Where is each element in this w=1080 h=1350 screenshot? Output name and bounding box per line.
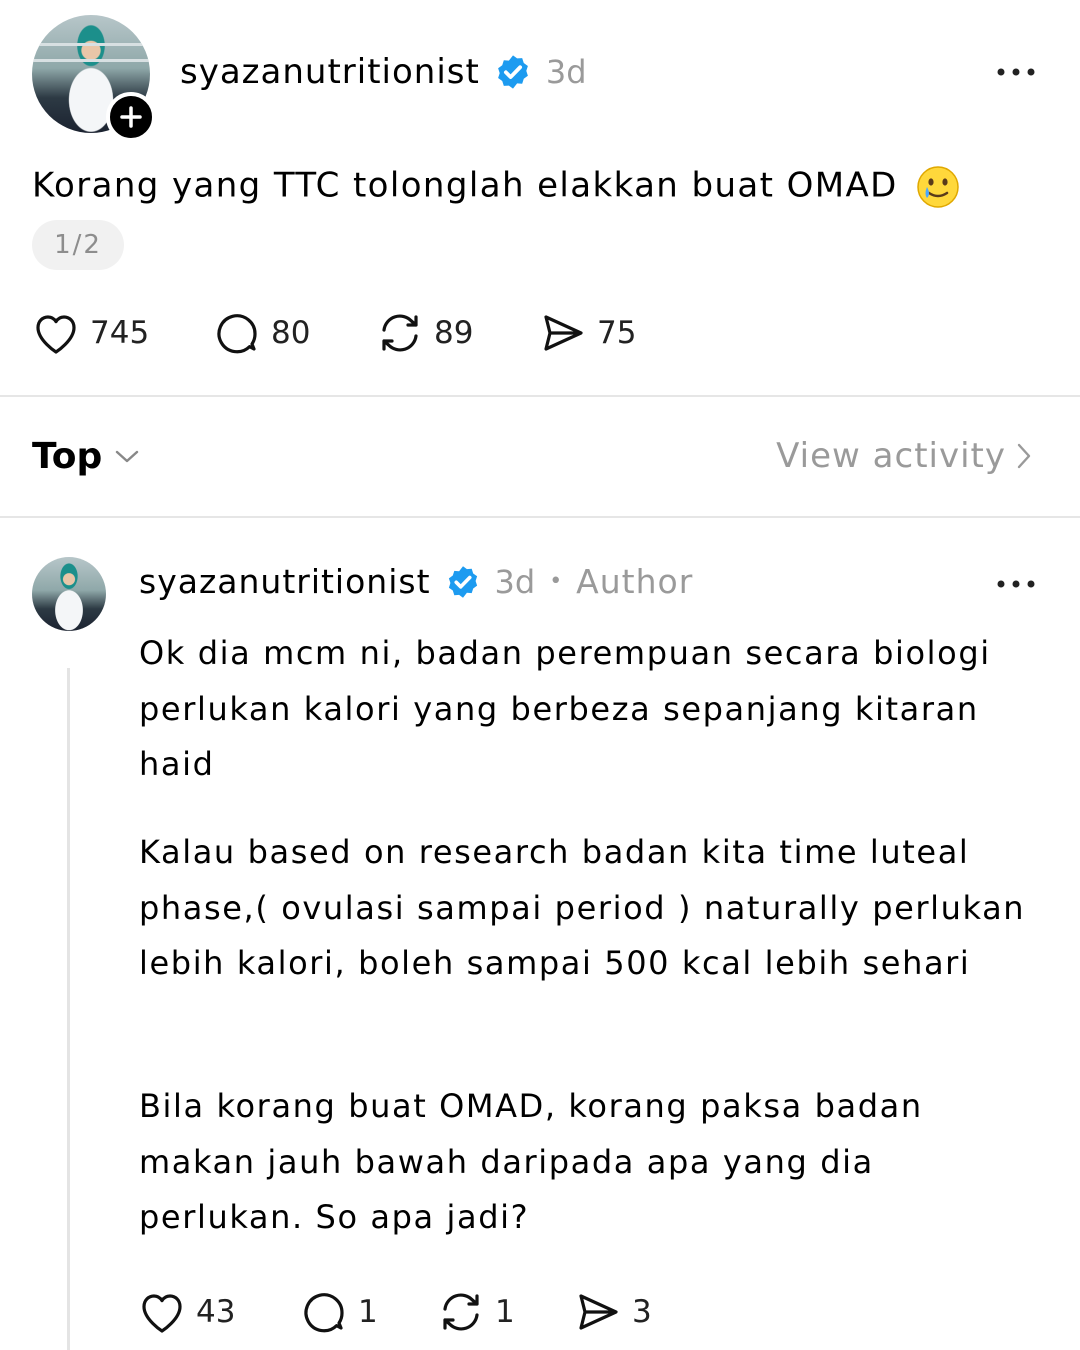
post-text: Korang yang TTC tolonglah elakkan buat O… <box>32 165 960 209</box>
repost-icon <box>443 1293 479 1331</box>
sort-dropdown[interactable]: Top <box>32 436 140 477</box>
reply-paragraph: Bila korang buat OMAD, korang paksa bada… <box>139 1087 923 1236</box>
reply-repost-count: 1 <box>495 1294 515 1330</box>
divider <box>0 516 1080 518</box>
like-button[interactable]: 745 <box>32 310 149 356</box>
share-button[interactable]: 75 <box>539 310 636 356</box>
reply-like-button[interactable]: 43 <box>138 1289 235 1335</box>
repost-count: 89 <box>434 315 474 351</box>
chevron-down-icon <box>116 450 139 462</box>
chevron-right-icon <box>1017 443 1031 469</box>
post-header: syazanutritionist 3d <box>180 52 587 92</box>
post-body: Korang yang TTC tolonglah elakkan buat O… <box>32 165 898 206</box>
page-indicator-text: 1/2 <box>54 230 102 260</box>
reply-paragraph: Ok dia mcm ni, badan perempuan secara bi… <box>139 634 991 783</box>
comment-count: 80 <box>271 315 311 351</box>
plus-icon <box>120 106 142 128</box>
reply-timestamp: 3d <box>494 562 536 601</box>
comment-button[interactable]: 80 <box>213 310 310 356</box>
post-username[interactable]: syazanutritionist <box>180 52 480 92</box>
comment-icon <box>304 1293 344 1333</box>
verified-badge-icon <box>497 55 528 89</box>
author-tag: Author <box>576 562 694 601</box>
reply-author-avatar[interactable] <box>32 557 106 631</box>
view-activity-label: View activity <box>776 436 1006 476</box>
separator-dot: • <box>549 569 563 594</box>
reply-repost-button[interactable]: 1 <box>437 1289 515 1335</box>
reply-share-count: 3 <box>632 1294 652 1330</box>
reply-comment-count: 1 <box>358 1294 378 1330</box>
reply-share-button[interactable]: 3 <box>574 1289 652 1335</box>
follow-plus-button[interactable] <box>106 92 156 142</box>
reply-header: syazanutritionist 3d • Author <box>139 562 693 601</box>
thread-line <box>67 668 70 1350</box>
share-icon <box>579 1294 618 1330</box>
reply-more-options-icon[interactable] <box>996 578 1036 590</box>
divider <box>0 395 1080 397</box>
carousel-page-indicator: 1/2 <box>32 220 124 270</box>
repost-button[interactable]: 89 <box>376 310 473 356</box>
heart-icon <box>36 315 76 354</box>
crying-smile-emoji-icon <box>917 166 959 208</box>
heart-icon <box>142 1294 182 1333</box>
reply-username[interactable]: syazanutritionist <box>139 562 431 601</box>
reply-like-count: 43 <box>196 1294 236 1330</box>
view-activity-link[interactable]: View activity <box>776 436 1032 476</box>
verified-badge-icon <box>448 565 477 598</box>
post-timestamp: 3d <box>545 53 587 91</box>
share-count: 75 <box>597 315 637 351</box>
comment-icon <box>217 314 257 354</box>
reply-comment-button[interactable]: 1 <box>300 1289 378 1335</box>
like-count: 745 <box>90 315 150 351</box>
repost-icon <box>382 314 418 352</box>
sort-label: Top <box>32 436 103 477</box>
more-options-icon[interactable] <box>996 66 1036 78</box>
share-icon <box>544 315 583 351</box>
reply-paragraph: Kalau based on research badan kita time … <box>139 833 1026 982</box>
